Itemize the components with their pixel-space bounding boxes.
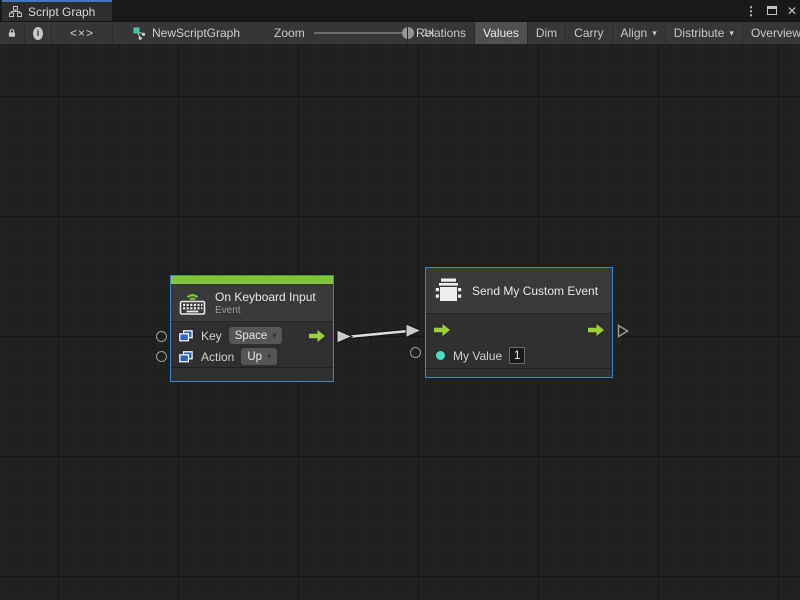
zoom-label: Zoom [274,26,305,40]
dim-label: Dim [536,26,557,40]
chevron-down-icon: ▾ [652,28,657,39]
view-buttons-cluster: Relations Values Dim Carry Align ▾ Distr… [407,22,800,44]
window-controls: ⋮ ✕ [745,0,797,21]
node-send-my-custom-event[interactable]: Send My Custom Event My Value 1 [425,267,613,378]
carry-button[interactable]: Carry [566,22,612,44]
info-button[interactable]: i [25,22,51,44]
overview-button[interactable]: Overview [743,22,800,44]
my-value-label: My Value [453,349,502,363]
zoom-slider-track [314,32,414,34]
maximize-icon[interactable] [767,6,777,15]
overview-label: Overview [751,26,800,40]
connection-wire[interactable] [0,44,800,600]
values-label: Values [483,26,519,40]
clear-errors-button[interactable]: <×> [52,22,112,44]
tab-script-graph[interactable]: Script Graph [2,0,112,21]
values-button[interactable]: Values [475,22,528,44]
node-body: My Value 1 [426,314,612,368]
relations-label: Relations [416,26,466,40]
chevron-down-icon: ▾ [729,28,734,39]
my-value-input[interactable]: 1 [509,347,525,364]
graph-canvas[interactable]: On Keyboard Input Event Key Space ▾ [0,44,800,600]
node-header: Send My Custom Event [426,268,612,314]
action-dropdown-value: Up [247,351,262,363]
variable-icon [179,330,193,342]
distribute-label: Distribute [674,26,725,40]
zoom-slider[interactable] [314,27,414,39]
value-port-dot-icon[interactable] [436,351,445,360]
node-title: On Keyboard Input [215,290,316,304]
graph-name-group: NewScriptGraph [133,22,240,44]
variable-icon [179,351,193,363]
window-menu-icon[interactable]: ⋮ [745,4,757,18]
node-title: Send My Custom Event [472,284,598,298]
graph-name-label: NewScriptGraph [152,26,240,40]
key-port-row: Key Space ▾ [171,325,333,346]
action-label: Action [201,350,234,364]
trigger-output-port[interactable] [309,330,325,342]
custom-event-icon [434,277,463,304]
tab-title: Script Graph [28,5,95,19]
node-titles: On Keyboard Input Event [215,290,316,316]
node-header: On Keyboard Input Event [171,284,333,322]
keyboard-target-port[interactable] [156,331,167,342]
dim-button[interactable]: Dim [528,22,566,44]
trigger-input-port[interactable] [434,324,450,336]
script-graph-asset-icon [133,27,146,40]
graph-hierarchy-icon [9,6,22,17]
titlebar: Script Graph ⋮ ✕ [0,0,800,21]
node-footer [171,367,333,381]
align-label: Align [621,26,648,40]
chevron-down-icon: ▾ [272,331,276,340]
my-value-input-port[interactable] [410,347,421,358]
align-dropdown-button[interactable]: Align ▾ [613,22,666,44]
lock-icon [8,27,16,39]
keyboard-target-port-2[interactable] [156,351,167,362]
key-dropdown[interactable]: Space ▾ [229,327,283,344]
node-on-keyboard-input[interactable]: On Keyboard Input Event Key Space ▾ [170,275,334,382]
carry-label: Carry [574,26,603,40]
key-label: Key [201,329,222,343]
action-dropdown[interactable]: Up ▾ [241,348,277,365]
close-icon[interactable]: ✕ [787,4,797,18]
trigger-output-port[interactable] [588,324,604,336]
node-footer [426,368,612,377]
node-body: Key Space ▾ Action [171,322,333,367]
distribute-dropdown-button[interactable]: Distribute ▾ [666,22,743,44]
script-graph-window: Script Graph ⋮ ✕ i <×> [0,0,800,600]
info-icon: i [33,27,43,40]
event-accent-bar [171,276,333,284]
action-port-row: Action Up ▾ [171,346,333,367]
relations-button[interactable]: Relations [407,22,475,44]
keyboard-event-icon [179,291,206,315]
lock-button[interactable] [0,22,24,44]
toolbar-divider [112,22,113,44]
chevron-down-icon: ▾ [267,352,271,361]
key-dropdown-value: Space [235,330,268,342]
trigger-row [426,317,612,343]
code-x-icon: <×> [70,26,94,40]
graph-toolbar: i <×> NewScriptGraph Zoom 1x [0,21,800,44]
node-subtitle: Event [215,305,316,316]
custom-event-out-port[interactable] [617,324,629,338]
my-value-port-row: My Value 1 [426,343,612,368]
